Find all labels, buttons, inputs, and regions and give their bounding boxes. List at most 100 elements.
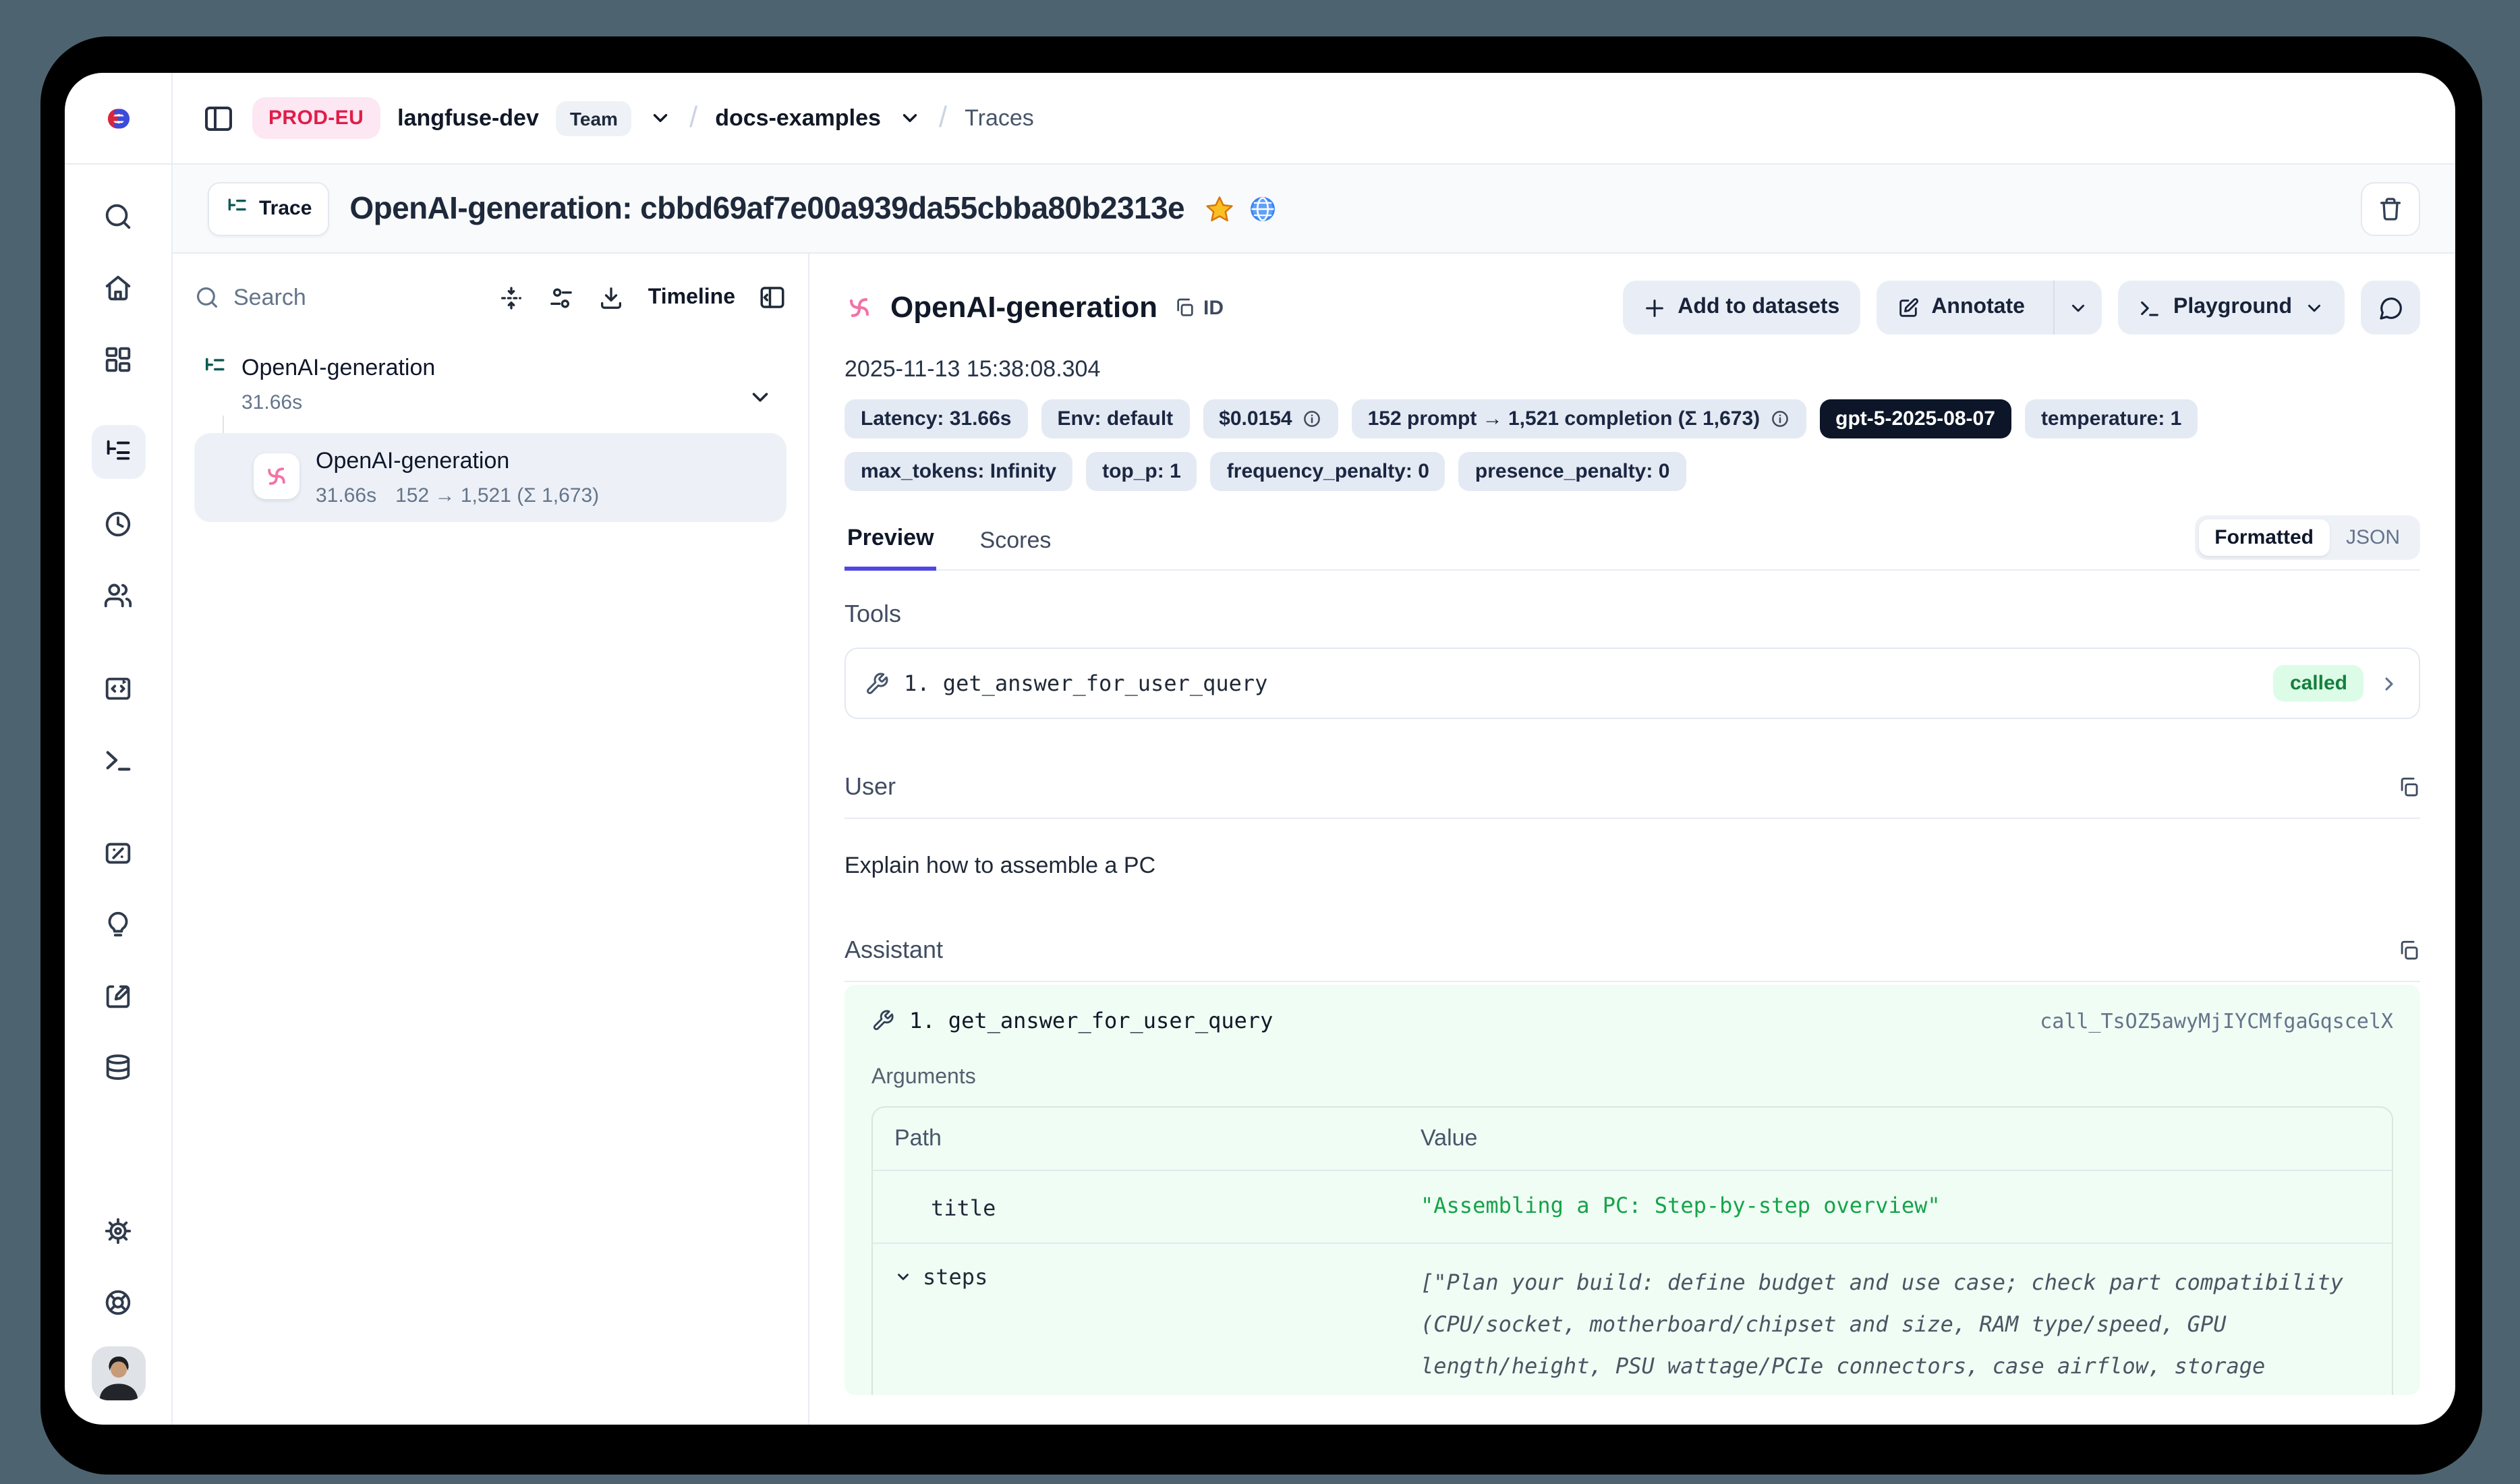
trace-tree-icon — [225, 197, 248, 220]
top-p-badge: top_p: 1 — [1086, 452, 1197, 491]
copy-icon — [1174, 297, 1195, 318]
bookmark-star-icon[interactable] — [1205, 194, 1234, 223]
trace-tree-icon — [202, 356, 227, 380]
datasets-database-icon[interactable] — [91, 1040, 145, 1094]
tree-node-tokens: 152 → 1,521 (Σ 1,673) — [395, 484, 599, 507]
toggle-formatted[interactable]: Formatted — [2198, 519, 2330, 556]
breadcrumb-separator: / — [689, 99, 697, 134]
chevron-down-icon — [2068, 297, 2088, 318]
table-row-title: title "Assembling a PC: Step-by-step ove… — [873, 1171, 2392, 1243]
trace-tree-panel: Timeline OpenAI-generation — [173, 254, 809, 1425]
users-icon[interactable] — [91, 568, 145, 622]
wrench-icon — [865, 671, 889, 695]
tree-search-input[interactable] — [233, 284, 395, 311]
arguments-table-header: Path Value — [873, 1108, 2392, 1171]
arg-value: ["Plan your build: define budget and use… — [1421, 1261, 2370, 1395]
chevron-down-icon — [2304, 297, 2324, 318]
chevron-down-icon[interactable] — [894, 1268, 912, 1286]
search-icon — [194, 285, 220, 310]
called-badge: called — [2274, 665, 2364, 702]
delete-trace-button[interactable] — [2361, 181, 2420, 235]
copy-icon[interactable] — [2397, 776, 2420, 799]
copy-icon[interactable] — [2397, 939, 2420, 962]
tools-section: Tools 1. get_answer_for_user_query calle… — [844, 600, 2420, 719]
prompts-icon[interactable] — [91, 661, 145, 715]
project-switcher-caret-icon[interactable] — [898, 107, 921, 130]
wrench-icon — [871, 1009, 894, 1032]
chevron-right-icon[interactable] — [2378, 673, 2400, 694]
copy-id-button[interactable]: ID — [1174, 296, 1224, 319]
tab-scores[interactable]: Scores — [977, 527, 1054, 569]
arguments-table: Path Value title "Assembling a PC: Step-… — [871, 1106, 2393, 1395]
timeline-toggle[interactable]: Timeline — [648, 285, 735, 310]
cost-badge[interactable]: $0.0154 — [1203, 399, 1338, 438]
tool-definition-row[interactable]: 1. get_answer_for_user_query called — [844, 648, 2420, 719]
playground-terminal-icon[interactable] — [91, 733, 145, 787]
latency-badge: Latency: 31.66s — [844, 399, 1027, 438]
screenshot-stage: PROD-EU langfuse-dev Team / docs-example… — [0, 0, 2520, 1484]
chevron-down-icon[interactable] — [747, 384, 773, 410]
home-icon[interactable] — [91, 260, 145, 314]
public-globe-icon[interactable] — [1248, 194, 1278, 223]
arguments-label: Arguments — [871, 1066, 2393, 1090]
arg-path: title — [894, 1193, 1421, 1221]
env-badge: Env: default — [1041, 399, 1189, 438]
playground-button[interactable]: Playground — [2118, 281, 2345, 335]
presence-penalty-badge: presence_penalty: 0 — [1459, 452, 1686, 491]
openai-icon — [844, 293, 874, 322]
user-avatar[interactable] — [91, 1346, 145, 1400]
view-options-sliders-icon[interactable] — [548, 284, 575, 311]
user-message-content: Explain how to assemble a PC — [844, 853, 2420, 880]
tree-node-generation-selected[interactable]: OpenAI-generation 31.66s 152 → 1,521 (Σ … — [194, 433, 786, 522]
tokens-badge[interactable]: 152 prompt → 1,521 completion (Σ 1,673) — [1352, 399, 1806, 438]
annotate-dropdown-caret[interactable] — [2053, 281, 2102, 335]
tool-call-id: call_TsOZ5awyMjIYCMfgaGqscelX — [2040, 1008, 2393, 1033]
sidebar-icon-rail — [65, 165, 173, 1425]
org-plan-badge: Team — [556, 101, 631, 136]
support-lifebuoy-icon[interactable] — [91, 1275, 145, 1329]
info-icon — [1302, 409, 1322, 429]
observation-timestamp: 2025-11-13 15:38:08.304 — [844, 356, 2420, 383]
tool-call-name: 1. get_answer_for_user_query — [909, 1008, 1273, 1033]
environment-badge[interactable]: PROD-EU — [252, 97, 380, 139]
annotation-clipboard-icon[interactable] — [91, 969, 145, 1023]
comments-button[interactable] — [2361, 281, 2420, 335]
pen-square-icon — [1896, 296, 1919, 319]
org-switcher-caret-icon[interactable] — [649, 107, 672, 130]
tree-search[interactable] — [194, 284, 476, 311]
evals-lightbulb-icon[interactable] — [91, 897, 145, 951]
terminal-icon — [2138, 296, 2161, 319]
detail-tabs: Preview Scores Formatted JSON — [844, 515, 2420, 571]
settings-gear-icon[interactable] — [91, 1203, 145, 1257]
add-to-datasets-button[interactable]: Add to datasets — [1622, 281, 1860, 335]
breadcrumb-page[interactable]: Traces — [965, 105, 1034, 132]
download-icon[interactable] — [598, 284, 625, 311]
frequency-penalty-badge: frequency_penalty: 0 — [1211, 452, 1445, 491]
tree-node-root[interactable]: OpenAI-generation 31.66s — [194, 355, 786, 414]
openai-icon — [254, 453, 299, 499]
sidebar-toggle-icon[interactable] — [202, 102, 235, 134]
scores-icon[interactable] — [91, 826, 145, 880]
toggle-json[interactable]: JSON — [2330, 519, 2416, 556]
model-badge[interactable]: gpt-5-2025-08-07 — [1819, 399, 2011, 438]
langfuse-logo[interactable] — [65, 73, 173, 163]
breadcrumb-organization[interactable]: langfuse-dev — [397, 105, 539, 132]
sessions-clock-icon[interactable] — [91, 496, 145, 550]
breadcrumb-project[interactable]: docs-examples — [715, 105, 881, 132]
temperature-badge: temperature: 1 — [2025, 399, 2198, 438]
tool-call-card: 1. get_answer_for_user_query call_TsOZ5a… — [844, 985, 2420, 1395]
collapse-panel-icon[interactable] — [758, 283, 786, 312]
arg-value: "Assembling a PC: Step-by-step overview" — [1421, 1193, 2370, 1218]
search-icon[interactable] — [91, 189, 145, 243]
tracing-icon[interactable] — [91, 425, 145, 479]
column-value: Value — [1421, 1125, 2370, 1152]
tab-preview[interactable]: Preview — [844, 525, 937, 571]
breadcrumb-separator: / — [939, 99, 947, 134]
user-heading: User — [844, 773, 896, 801]
user-message-section: User Explain how to assemble a PC — [844, 773, 2420, 880]
annotate-button[interactable]: Annotate — [1876, 281, 2041, 335]
collapse-all-icon[interactable] — [498, 284, 525, 311]
dashboards-icon[interactable] — [91, 332, 145, 386]
annotate-split-button: Annotate — [1876, 281, 2102, 335]
observation-badges: Latency: 31.66s Env: default $0.0154 152… — [844, 399, 2420, 491]
